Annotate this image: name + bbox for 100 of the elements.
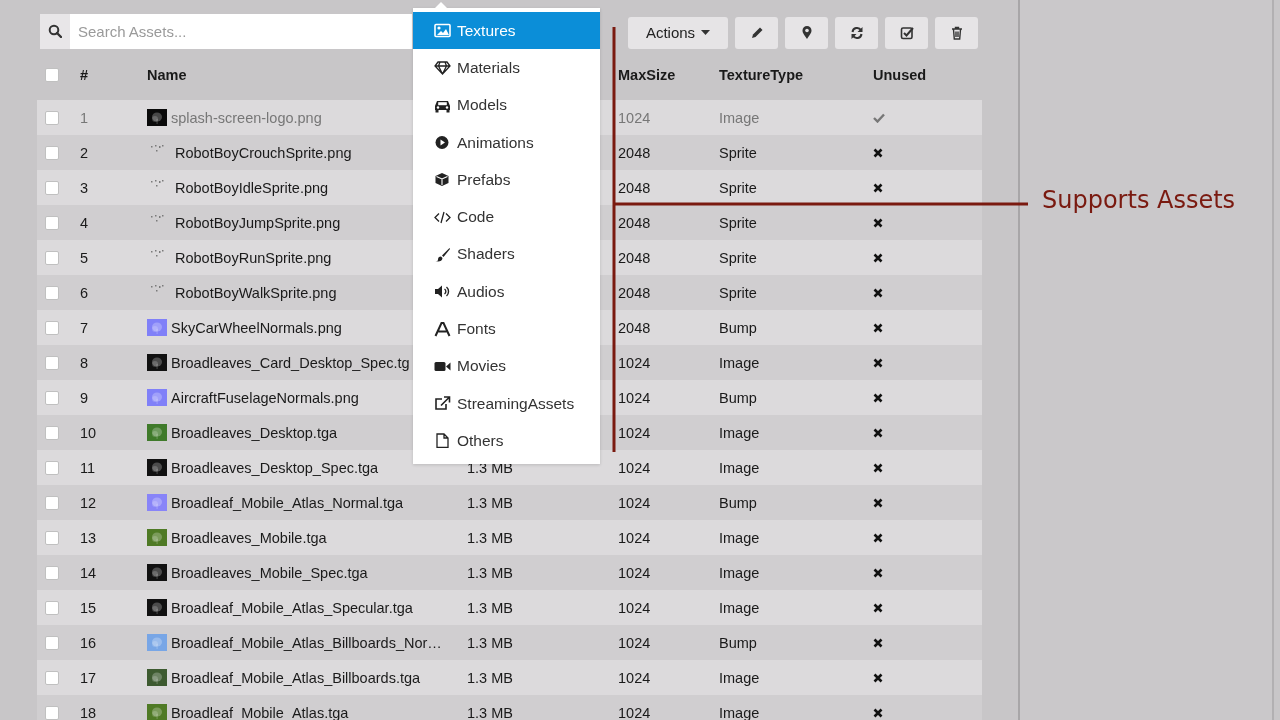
row-checkbox[interactable] [45, 285, 59, 300]
table-cell-text: 1024 [617, 669, 652, 686]
table-cell: Broadleaf_Mobile_Atlas_Normal.tga [171, 494, 404, 511]
table-cell-text: Sprite [719, 249, 758, 266]
column-header: Unused [873, 66, 928, 83]
menu-item[interactable]: Movies [413, 347, 600, 385]
row-checkbox[interactable] [45, 320, 59, 335]
column-header: MaxSize [618, 66, 676, 83]
table-cell-text: 2048 [617, 249, 652, 266]
menu-item[interactable]: Animations [413, 123, 600, 162]
refresh-button[interactable] [835, 16, 878, 49]
menu-item[interactable]: StreamingAssets [413, 384, 600, 423]
external-link-icon [434, 396, 451, 412]
table-cell: RobotBoyWalkSprite.png [175, 284, 337, 301]
row-checkbox[interactable] [45, 705, 59, 720]
table-cell-text: 1024 [617, 529, 652, 546]
table-cell: 1.3 MB [467, 704, 513, 720]
table-cell-text: 1024 [617, 354, 652, 371]
menu-item[interactable]: Others [413, 422, 600, 460]
menu-item[interactable]: Fonts [413, 310, 600, 348]
code-icon [434, 209, 451, 225]
menu-item[interactable]: Textures [413, 12, 600, 50]
table-cell: 1.3 MB [467, 564, 513, 581]
table-cell-text: 1024 [617, 564, 652, 581]
row-checkbox[interactable] [45, 145, 59, 160]
table-cell-text: 17 [80, 669, 98, 686]
row-checkbox[interactable] [45, 250, 59, 265]
row-checkbox[interactable] [45, 460, 59, 475]
table-cell-text: 1024 [617, 704, 652, 720]
table-cell: 1.3 MB [467, 529, 513, 546]
table-cell: 1.3 MB [467, 494, 513, 511]
row-checkbox[interactable] [45, 355, 59, 370]
file-icon [434, 433, 451, 449]
row-checkbox[interactable] [45, 180, 59, 195]
table-cell-text: 13 [80, 529, 98, 546]
table-cell-text: 1 [80, 109, 90, 126]
row-checkbox[interactable] [45, 635, 59, 650]
table-cell: Broadleaf_Mobile_Atlas_Specular.tga [171, 599, 413, 616]
table-cell-text: 1024 [617, 634, 652, 651]
table-cell-text: 8 [80, 354, 90, 371]
table-cell-text: 11 [80, 459, 97, 476]
menu-item[interactable]: Code [413, 198, 600, 236]
table-cell-text: 9 [80, 389, 90, 406]
row-checkbox[interactable] [45, 565, 59, 580]
table-cell-text: 1024 [617, 389, 652, 406]
table-cell-text: 16 [80, 634, 98, 651]
table-cell-text: 3 [80, 179, 90, 196]
menu-item[interactable]: Materials [413, 49, 600, 87]
row-checkbox[interactable] [45, 670, 59, 685]
pencil-button[interactable] [735, 16, 778, 49]
table-cell-text: 1024 [617, 424, 652, 441]
row-checkbox[interactable] [45, 600, 59, 615]
table-cell-text: Sprite [719, 144, 758, 161]
row-checkbox[interactable] [45, 110, 59, 125]
checkbox-button[interactable] [885, 16, 928, 49]
table-cell-text: 5 [80, 249, 90, 266]
table-cell: RobotBoyIdleSprite.png [175, 179, 329, 196]
trash-button[interactable] [935, 16, 978, 49]
table-cell-text: Bump [719, 389, 758, 406]
row-checkbox[interactable] [45, 425, 59, 440]
table-cell-text: 14 [80, 564, 98, 581]
menu-item[interactable]: Prefabs [413, 161, 600, 199]
row-checkbox[interactable] [45, 495, 59, 510]
table-cell-text: 2048 [617, 284, 652, 301]
table-cell-text: Bump [719, 319, 758, 336]
table-cell: AircraftFuselageNormals.png [171, 389, 359, 406]
actions-button[interactable]: Actions [628, 16, 728, 49]
table-cell-text: Sprite [719, 284, 758, 301]
table-cell-text: Image [719, 669, 761, 686]
menu-item[interactable]: Shaders [413, 235, 600, 274]
table-cell: RobotBoyCrouchSprite.png [175, 144, 352, 161]
table-cell-text: Sprite [719, 214, 758, 231]
row-checkbox[interactable] [45, 215, 59, 230]
map-pin-icon [800, 25, 813, 40]
search-icon [48, 24, 62, 38]
table-cell: Broadleaves_Desktop_Spec.tga [171, 459, 379, 476]
checkbox-icon [899, 25, 914, 40]
refresh-icon [849, 25, 864, 40]
table-cell-text: Image [719, 354, 761, 371]
menu-item[interactable]: Models [413, 86, 600, 124]
table-cell-text: 2 [80, 144, 90, 161]
table-cell-text: Sprite [719, 179, 758, 196]
table-cell: 1.3 MB [467, 669, 513, 686]
table-cell-text: Image [719, 424, 761, 441]
table-cell-text: Image [719, 529, 761, 546]
select-all-checkbox[interactable] [45, 67, 59, 82]
table-cell-text: 2048 [617, 179, 652, 196]
row-checkbox[interactable] [45, 390, 59, 405]
table-cell: RobotBoyRunSprite.png [175, 249, 332, 266]
map-pin-button[interactable] [785, 16, 828, 49]
table-cell: Broadleaves_Mobile_Spec.tga [171, 564, 368, 581]
column-header: # [80, 66, 89, 83]
column-header: TextureType [719, 66, 805, 83]
table-cell: 1.3 MB [467, 634, 513, 651]
table-cell-text: Bump [719, 634, 758, 651]
column-header: Name [147, 66, 187, 83]
search-field[interactable]: Search Assets... [70, 13, 412, 49]
row-checkbox[interactable] [45, 530, 59, 545]
menu-item[interactable]: Audios [413, 273, 600, 311]
search-button[interactable] [40, 13, 70, 49]
